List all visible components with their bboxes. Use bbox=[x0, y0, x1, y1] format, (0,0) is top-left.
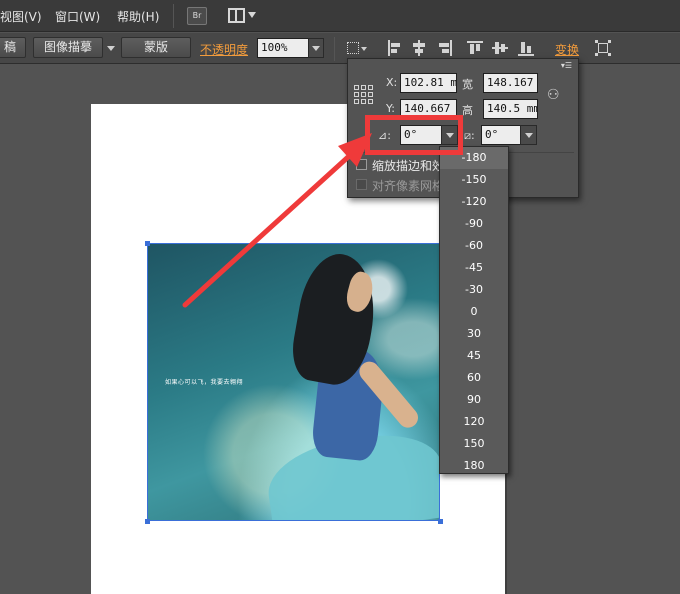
image-trace-button[interactable]: 图像描摹 bbox=[33, 37, 103, 58]
angle-option[interactable]: -90 bbox=[440, 213, 508, 235]
isolate-object-icon[interactable] bbox=[595, 40, 613, 56]
scale-strokes-label: 缩放描边和效 bbox=[372, 159, 445, 173]
workspace-grid-icon bbox=[228, 8, 245, 23]
x-input[interactable]: 102.81 m bbox=[400, 73, 457, 93]
align-center-icon[interactable] bbox=[410, 40, 428, 56]
align-to-icon[interactable] bbox=[345, 40, 367, 56]
transform-link[interactable]: 变换 bbox=[555, 41, 579, 58]
y-label: Y: bbox=[386, 102, 395, 115]
align-right-icon[interactable] bbox=[436, 40, 454, 56]
workspace-switcher-button[interactable] bbox=[228, 7, 258, 25]
angle-option[interactable]: -120 bbox=[440, 191, 508, 213]
selection-handle[interactable] bbox=[438, 519, 443, 524]
rotate-angle-dropdown-list: -180 -150 -120 -90 -60 -45 -30 0 30 45 6… bbox=[439, 146, 509, 474]
menu-separator bbox=[173, 4, 174, 28]
align-top-icon[interactable] bbox=[467, 40, 485, 56]
constrain-proportions-icon[interactable]: ⚇ bbox=[547, 86, 561, 104]
control-separator bbox=[334, 37, 335, 61]
chevron-down-icon bbox=[525, 133, 533, 138]
menu-help[interactable]: 帮助(H) bbox=[117, 8, 159, 25]
menu-bar: 视图(V) 窗口(W) 帮助(H) Br bbox=[0, 0, 680, 32]
angle-option[interactable]: 0 bbox=[440, 301, 508, 323]
scale-strokes-checkbox[interactable] bbox=[356, 159, 367, 170]
angle-option[interactable]: -60 bbox=[440, 235, 508, 257]
angle-option[interactable]: 45 bbox=[440, 345, 508, 367]
panel-menu-icon[interactable]: ▾☰ bbox=[561, 61, 572, 70]
width-label: 宽 bbox=[462, 78, 473, 91]
annotation-highlight-box bbox=[365, 115, 463, 155]
align-pixel-grid-label: 对齐像素网格 bbox=[372, 179, 445, 193]
chevron-down-icon bbox=[312, 46, 320, 51]
menu-window[interactable]: 窗口(W) bbox=[55, 8, 100, 25]
reference-point-icon[interactable] bbox=[354, 85, 374, 105]
height-label: 高 bbox=[462, 104, 473, 117]
opacity-dropdown-button[interactable] bbox=[308, 38, 324, 58]
mask-button[interactable]: 蒙版 bbox=[121, 37, 191, 58]
align-pixel-grid-checkbox[interactable] bbox=[356, 179, 367, 190]
width-input[interactable]: 148.167 bbox=[483, 73, 538, 93]
shear-dropdown-button[interactable] bbox=[520, 125, 537, 145]
angle-option[interactable]: 90 bbox=[440, 389, 508, 411]
chevron-down-icon[interactable] bbox=[107, 46, 115, 51]
cut-off-button[interactable]: 稿 bbox=[0, 37, 26, 58]
angle-option[interactable]: 120 bbox=[440, 411, 508, 433]
bridge-button[interactable]: Br bbox=[187, 7, 207, 25]
height-input[interactable]: 140.5 mm bbox=[483, 99, 538, 119]
angle-option[interactable]: 60 bbox=[440, 367, 508, 389]
align-bottom-icon[interactable] bbox=[518, 40, 536, 56]
angle-option[interactable]: 150 bbox=[440, 433, 508, 455]
angle-option[interactable]: 180 bbox=[440, 455, 508, 477]
opacity-input[interactable]: 100% bbox=[257, 38, 309, 58]
angle-option[interactable]: -45 bbox=[440, 257, 508, 279]
align-left-icon[interactable] bbox=[386, 40, 404, 56]
shear-input[interactable]: 0° bbox=[481, 125, 521, 145]
photo-caption: 如果心可以飞，我要去翱翔 bbox=[165, 379, 244, 386]
x-label: X: bbox=[386, 76, 398, 89]
opacity-link[interactable]: 不透明度 bbox=[200, 41, 248, 58]
angle-option[interactable]: 30 bbox=[440, 323, 508, 345]
angle-option[interactable]: -150 bbox=[440, 169, 508, 191]
chevron-down-icon bbox=[248, 12, 256, 18]
selection-handle[interactable] bbox=[145, 241, 150, 246]
selection-handle[interactable] bbox=[145, 519, 150, 524]
menu-view[interactable]: 视图(V) bbox=[0, 8, 42, 25]
shear-icon: ⧄: bbox=[464, 129, 475, 142]
placed-photo[interactable]: 如果心可以飞，我要去翱翔 bbox=[147, 243, 440, 521]
angle-option[interactable]: -30 bbox=[440, 279, 508, 301]
align-middle-icon[interactable] bbox=[492, 40, 510, 56]
